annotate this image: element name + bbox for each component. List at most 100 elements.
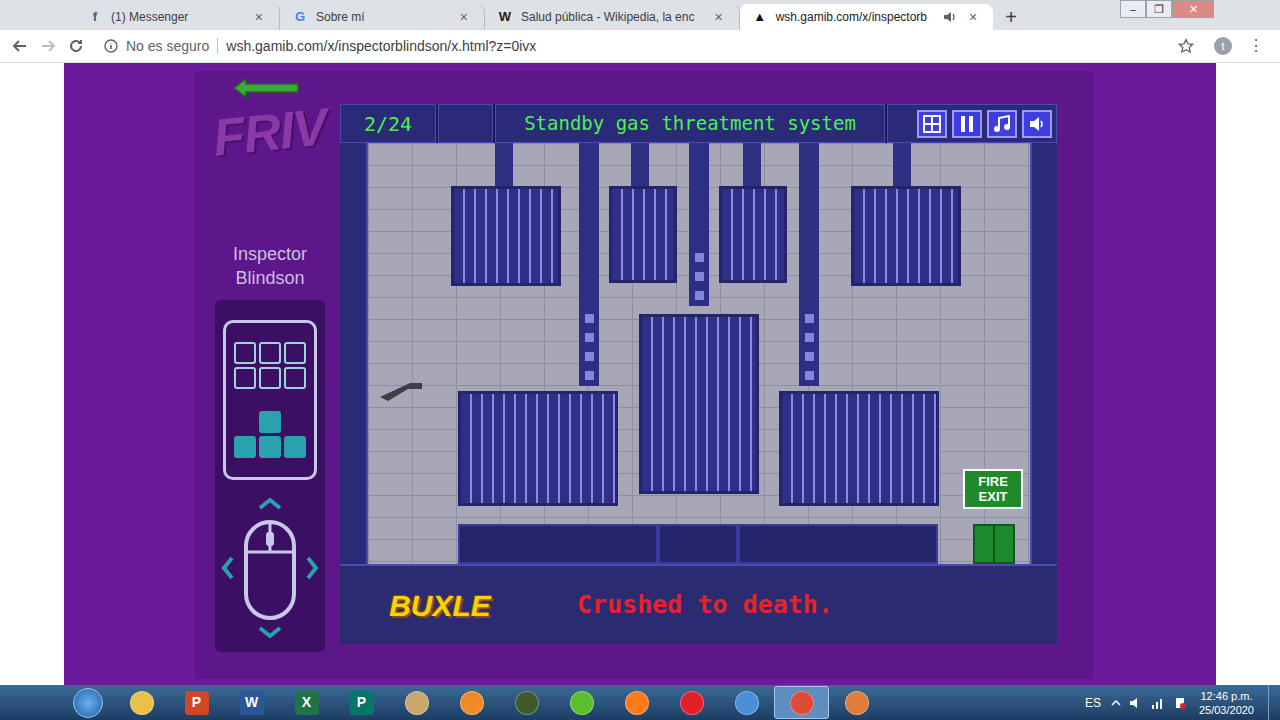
sound-button[interactable] <box>1022 110 1052 138</box>
game-frame: 2/24Standby gas threatment systemFIRE EX… <box>340 104 1057 644</box>
network-icon[interactable] <box>1151 696 1165 710</box>
app-icon <box>405 691 429 715</box>
controls-panel <box>215 300 325 652</box>
page-background: FRIV Inspector Blindson 2/24Standby gas th… <box>64 63 1216 685</box>
audio-playing-icon <box>943 11 957 23</box>
omnibox[interactable]: No es segurowsh.gamib.com/x/inspectorbli… <box>96 33 1202 59</box>
app-icon: X <box>295 691 319 715</box>
taskbar-app[interactable]: W <box>224 686 279 719</box>
window-control-button[interactable]: ❐ <box>1146 0 1172 18</box>
window-control-button[interactable]: ✕ <box>1172 0 1214 18</box>
floor-platform <box>458 524 938 564</box>
pipe-light <box>585 371 594 380</box>
key-outline <box>234 367 256 389</box>
pipe-light <box>805 371 814 380</box>
tab-close-button[interactable]: × <box>456 7 472 28</box>
security-label: No es seguro <box>126 36 209 57</box>
pipe-light <box>585 352 594 361</box>
game-title: Inspector Blindson <box>215 242 325 290</box>
reload-icon[interactable] <box>68 38 84 54</box>
show-hidden-icon[interactable] <box>1111 698 1121 708</box>
game-middle: FIRE EXIT <box>340 143 1057 564</box>
game-top-bar: 2/24Standby gas threatment system <box>340 104 1057 143</box>
tab-close-button[interactable]: × <box>710 7 726 28</box>
taskbar-app[interactable] <box>664 686 719 719</box>
left-wall <box>340 143 368 564</box>
taskbar-app[interactable]: P <box>334 686 389 719</box>
game-bottom-bar: BUXLE Crushed to death. <box>340 564 1057 644</box>
pipe-light <box>585 314 594 323</box>
language-indicator[interactable]: ES <box>1085 694 1101 712</box>
speaker-icon <box>1028 115 1046 133</box>
pipe <box>799 143 819 386</box>
friv-sidebar: FRIV Inspector Blindson <box>200 76 340 679</box>
arrow-key <box>234 436 256 458</box>
taskbar-app[interactable] <box>554 686 609 719</box>
level-counter: 2/24 <box>340 104 436 143</box>
tab-label: (1) Messenger <box>111 8 188 26</box>
profile-avatar[interactable]: t <box>1214 37 1232 55</box>
app-icon: W <box>240 691 264 715</box>
key-outline <box>284 342 306 364</box>
key-outline <box>259 367 281 389</box>
volume-icon[interactable] <box>1129 696 1143 710</box>
favicon-icon: G <box>292 7 308 27</box>
tab-label: wsh.gamib.com/x/inspectorb <box>776 8 927 26</box>
app-icon <box>625 691 649 715</box>
taskbar-app[interactable] <box>389 686 444 719</box>
show-desktop-button[interactable] <box>1268 685 1280 720</box>
taskbar-app[interactable] <box>444 686 499 719</box>
hanger-rod <box>893 143 911 186</box>
pipe-light <box>695 291 704 300</box>
taskbar-app[interactable] <box>499 686 554 719</box>
menu-button[interactable] <box>917 110 947 138</box>
app-icon <box>790 691 814 715</box>
exit-door[interactable] <box>973 524 1015 564</box>
taskbar-app[interactable] <box>719 686 774 719</box>
tab-close-button[interactable]: × <box>965 7 981 28</box>
new-tab-button[interactable]: + <box>993 4 1029 30</box>
taskbar-app[interactable] <box>774 686 829 719</box>
app-icon <box>130 691 154 715</box>
window-control-button[interactable]: – <box>1120 0 1146 18</box>
star-icon[interactable] <box>1178 38 1194 54</box>
page: FRIV Inspector Blindson 2/24Standby gas th… <box>0 63 1280 685</box>
cage <box>451 186 561 286</box>
back-arrow-icon[interactable] <box>230 76 302 100</box>
forward-icon[interactable] <box>40 38 56 54</box>
game-container: FRIV Inspector Blindson 2/24Standby gas th… <box>195 71 1093 679</box>
browser-tab[interactable]: WSalud pública - Wikipedia, la enc× <box>485 4 740 30</box>
taskbar-app[interactable] <box>114 686 169 719</box>
arrow-key <box>284 436 306 458</box>
clock[interactable]: 12:46 p.m.25/03/2020 <box>1199 689 1254 717</box>
hanger-rod <box>495 143 513 186</box>
friv-logo[interactable]: FRIV <box>211 100 329 164</box>
back-icon[interactable] <box>12 38 28 54</box>
tab-label: Salud pública - Wikipedia, la enc <box>521 8 694 26</box>
taskbar-app[interactable]: P <box>169 686 224 719</box>
buxle-logo[interactable]: BUXLE <box>389 583 491 628</box>
taskbar-app[interactable] <box>829 686 884 719</box>
info-icon[interactable] <box>104 39 118 53</box>
browser-tab[interactable]: GSobre mí× <box>280 4 485 30</box>
pause-button[interactable] <box>952 110 982 138</box>
keyboard-keys <box>223 320 317 480</box>
tab-close-button[interactable]: × <box>251 7 267 28</box>
taskbar-app[interactable]: X <box>279 686 334 719</box>
right-wall <box>1030 143 1057 564</box>
pipe <box>579 143 599 386</box>
play-area: FIRE EXIT <box>368 143 1030 564</box>
start-button[interactable] <box>62 688 114 718</box>
browser-tab[interactable]: f(1) Messenger× <box>75 4 280 30</box>
menu-button[interactable]: ⋮ <box>1244 34 1268 58</box>
status-message: Crushed to death. <box>540 586 870 624</box>
app-icon <box>735 691 759 715</box>
pipe-light <box>805 333 814 342</box>
gun-icon <box>378 379 426 403</box>
cage <box>639 314 759 494</box>
taskbar-app[interactable] <box>609 686 664 719</box>
music-button[interactable] <box>987 110 1017 138</box>
browser-tab[interactable]: ▲wsh.gamib.com/x/inspectorb× <box>740 4 994 30</box>
action-center-icon[interactable] <box>1173 696 1187 710</box>
window-controls: –❐✕ <box>1120 0 1214 18</box>
